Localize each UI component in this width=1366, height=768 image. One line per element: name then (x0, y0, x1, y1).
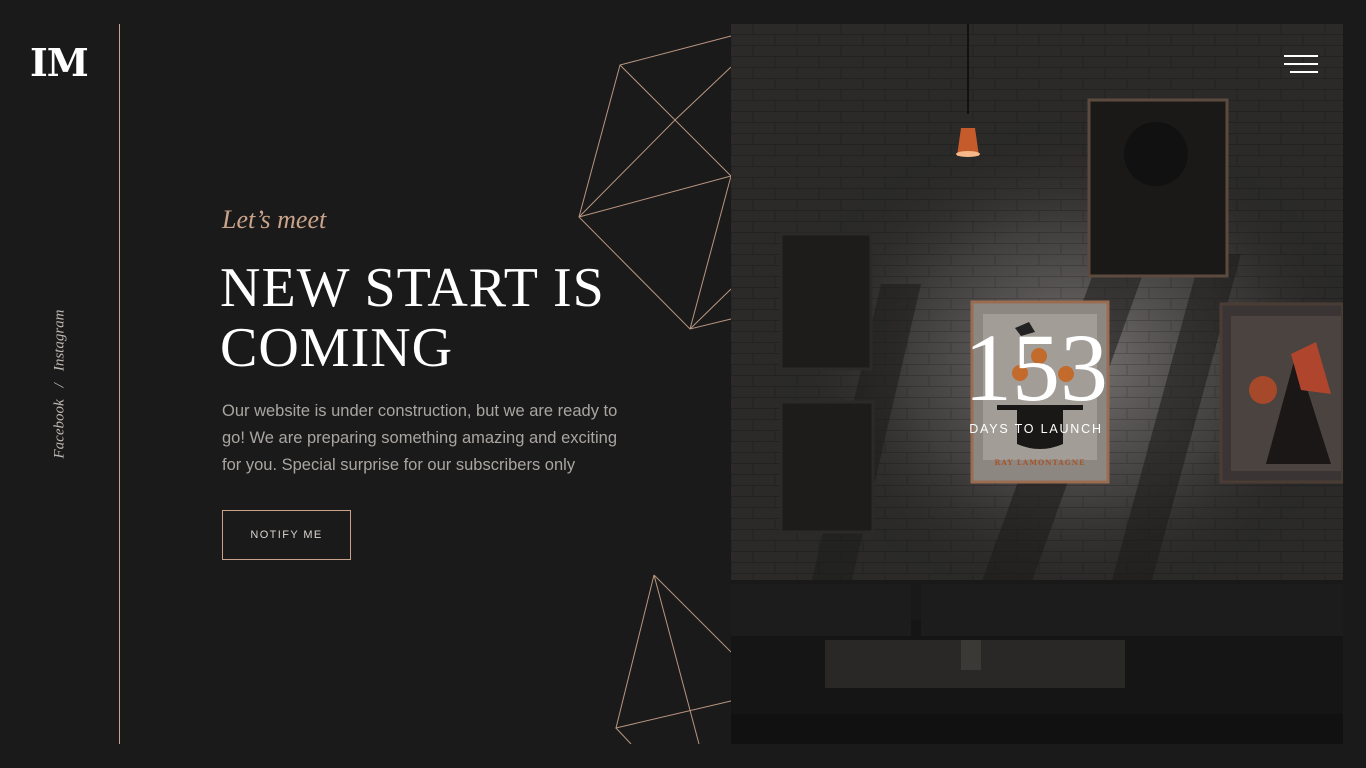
launch-countdown: 153 DAYS TO LAUNCH (950, 314, 1122, 437)
countdown-days-number: 153 (964, 314, 1108, 421)
hero-kicker: Let’s meet (222, 205, 327, 234)
social-separator: / (51, 383, 68, 388)
facebook-link[interactable]: Facebook (52, 399, 68, 458)
notify-me-button[interactable]: NOTIFY ME (222, 510, 351, 560)
hamburger-menu-icon[interactable] (1284, 55, 1318, 73)
geometric-line-art (578, 35, 732, 744)
countdown-label: DAYS TO LAUNCH (969, 422, 1103, 436)
hero-title: NEW START IS COMING (220, 257, 605, 379)
social-links: Facebook / Instagram (52, 310, 69, 459)
poster-text: RAY LAMONTAGNE (995, 458, 1086, 467)
sidebar-divider (119, 24, 120, 744)
hero-description: Our website is under construction, but w… (222, 402, 618, 474)
instagram-link[interactable]: Instagram (52, 310, 68, 372)
site-logo[interactable]: IM (30, 44, 89, 82)
